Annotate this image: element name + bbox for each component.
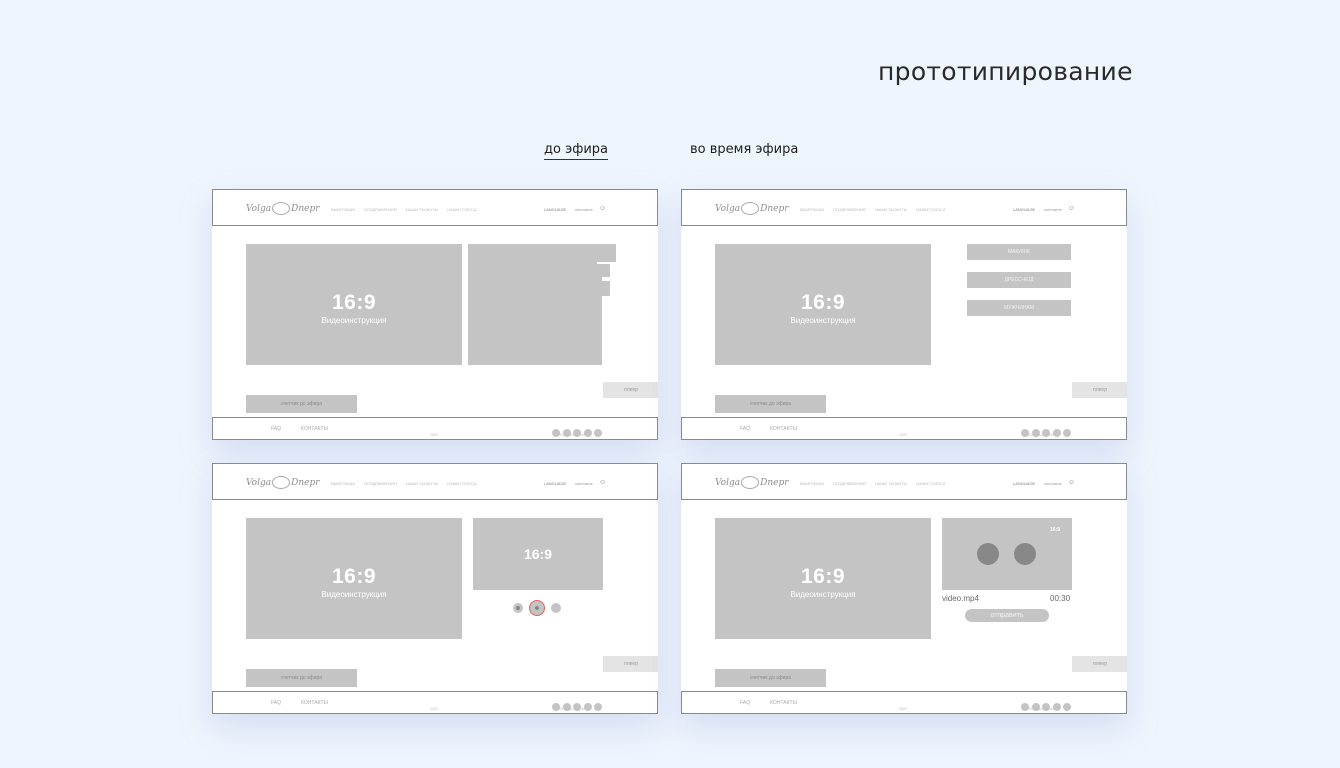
video-placeholder[interactable]: 16:9 Видеоинструкция: [715, 244, 931, 365]
language-selector[interactable]: LANGUAGE: [544, 207, 566, 212]
file-name: video.mp4: [942, 594, 979, 603]
prototype-frame-before-1: Volga Dnepr выигрыши поздравления наши тала…: [212, 189, 658, 440]
site-footer: FAQ КОНТАКТЫ 2020 SOCIAL ICON: [212, 691, 658, 714]
footer-year: 2020: [899, 433, 907, 437]
site-header: Volga Dnepr выигрыши поздравления наши тала…: [212, 189, 658, 226]
language-selector[interactable]: LANGUAGE: [544, 481, 566, 486]
nav-item[interactable]: наши голоса: [447, 481, 476, 486]
nav-item[interactable]: наши голоса: [916, 207, 945, 212]
page-title: прототипирование: [878, 57, 1133, 86]
nav-item[interactable]: поздравления: [364, 481, 397, 486]
broadcast-counter: счетчик до эфира: [715, 395, 826, 413]
prototype-frame-during-1: Volga Dnepr выигрыши поздравления наши тала…: [681, 189, 1127, 440]
prototype-frame-during-2: Volga Dnepr выигрыши поздравления наши тала…: [681, 463, 1127, 714]
nav-item[interactable]: наши таланты: [875, 481, 907, 486]
footer-year: 2020: [899, 707, 907, 711]
social-label: SOCIAL ICON: [1028, 706, 1054, 711]
site-nav: выигрыши поздравления наши таланты наши гол…: [800, 207, 955, 212]
video-placeholder[interactable]: 16:9 Видеоинструкция: [246, 244, 462, 365]
site-logo[interactable]: Volga Dnepr: [246, 476, 320, 489]
nav-item[interactable]: выигрыши: [331, 481, 355, 486]
site-footer: FAQ КОНТАКТЫ 2020 SOCIAL ICON: [681, 417, 1127, 440]
player-button[interactable]: плеер: [1072, 382, 1127, 398]
nav-item[interactable]: наши таланты: [875, 207, 907, 212]
social-label: SOCIAL ICON: [1028, 432, 1054, 437]
nav-item[interactable]: наши таланты: [406, 207, 438, 212]
site-logo[interactable]: Volga Dnepr: [715, 202, 789, 215]
footer-faq-link[interactable]: FAQ: [271, 426, 281, 432]
footer-year: 2020: [430, 707, 438, 711]
account-name[interactable]: username: [575, 207, 593, 212]
footer-year: 2020: [430, 433, 438, 437]
player-button[interactable]: плеер: [603, 382, 658, 398]
nav-item[interactable]: поздравления: [833, 481, 866, 486]
file-duration: 00:30: [1050, 594, 1071, 603]
player-button[interactable]: плеер: [603, 656, 658, 672]
user-icon[interactable]: ☺: [1068, 205, 1075, 212]
account-name[interactable]: username: [575, 481, 593, 486]
broadcast-counter: счетчик до эфира: [715, 669, 826, 687]
nav-item[interactable]: выигрыши: [800, 207, 824, 212]
prototype-frame-before-2: Volga Dnepr выигрыши поздравления наши тала…: [212, 463, 658, 714]
site-nav: выигрыши поздравления наши таланты наши гол…: [331, 481, 486, 486]
footer-contacts-link[interactable]: КОНТАКТЫ: [301, 700, 328, 706]
site-nav: выигрыши поздравления наши таланты наши гол…: [331, 207, 486, 212]
mini-video-placeholder[interactable]: 16:9: [473, 518, 603, 590]
for-men-button[interactable]: мужчинам: [967, 300, 1071, 316]
footer-faq-link[interactable]: FAQ: [740, 426, 750, 432]
footer-contacts-link[interactable]: КОНТАКТЫ: [770, 426, 797, 432]
video-placeholder[interactable]: 16:9 Видеоинструкция: [246, 518, 462, 639]
footer-faq-link[interactable]: FAQ: [271, 700, 281, 706]
camera-ratio-label: 16:9: [1049, 527, 1060, 533]
broadcast-counter: счетчик до эфира: [246, 395, 357, 413]
language-selector[interactable]: LANGUAGE: [1013, 481, 1035, 486]
footer-contacts-link[interactable]: КОНТАКТЫ: [770, 700, 797, 706]
broadcast-counter: счетчик до эфира: [246, 669, 357, 687]
footer-contacts-link[interactable]: КОНТАКТЫ: [301, 426, 328, 432]
nav-item[interactable]: наши таланты: [406, 481, 438, 486]
site-logo[interactable]: Volga Dnepr: [715, 476, 789, 489]
language-selector[interactable]: LANGUAGE: [1013, 207, 1035, 212]
camera-preview: 16:9: [942, 518, 1072, 590]
user-icon[interactable]: ☺: [599, 479, 606, 486]
nav-item[interactable]: наши голоса: [447, 207, 476, 212]
user-icon[interactable]: ☺: [1068, 479, 1075, 486]
site-header: Volga Dnepr выигрыши поздравления наши тала…: [681, 463, 1127, 500]
site-logo[interactable]: Volga Dnepr: [246, 202, 320, 215]
nav-item[interactable]: поздравления: [833, 207, 866, 212]
site-header: Volga Dnepr выигрыши поздравления наши тала…: [212, 463, 658, 500]
site-footer: FAQ КОНТАКТЫ 2020 SOCIAL ICON: [212, 417, 658, 440]
pause-icon[interactable]: [551, 602, 561, 613]
account-name[interactable]: username: [1044, 207, 1062, 212]
site-footer: FAQ КОНТАКТЫ 2020 SOCIAL ICON: [681, 691, 1127, 714]
nav-item[interactable]: выигрыши: [800, 481, 824, 486]
nav-item[interactable]: наши голоса: [916, 481, 945, 486]
nav-item[interactable]: выигрыши: [331, 207, 355, 212]
media-controls: [513, 599, 567, 617]
stop-icon[interactable]: [513, 602, 523, 613]
dress-code-button[interactable]: дресс-код: [967, 272, 1071, 288]
record-control-icon[interactable]: [977, 543, 999, 565]
send-button[interactable]: отправить: [965, 609, 1049, 622]
record-icon[interactable]: [529, 599, 545, 616]
footer-faq-link[interactable]: FAQ: [740, 700, 750, 706]
site-nav: выигрыши поздравления наши таланты наши гол…: [800, 481, 955, 486]
tab-before-broadcast[interactable]: до эфира: [544, 142, 608, 160]
social-label: SOCIAL ICON: [559, 706, 585, 711]
tab-during-broadcast[interactable]: во время эфира: [690, 142, 798, 157]
nav-item[interactable]: поздравления: [364, 207, 397, 212]
video-placeholder[interactable]: 16:9 Видеоинструкция: [715, 518, 931, 639]
site-header: Volga Dnepr выигрыши поздравления наши тала…: [681, 189, 1127, 226]
player-button[interactable]: плеер: [1072, 656, 1127, 672]
stop-control-icon[interactable]: [1014, 543, 1036, 565]
side-panel-placeholder: [468, 244, 616, 365]
user-icon[interactable]: ☺: [599, 205, 606, 212]
social-label: SOCIAL ICON: [559, 432, 585, 437]
makeup-button[interactable]: макияж: [967, 244, 1071, 260]
account-name[interactable]: username: [1044, 481, 1062, 486]
